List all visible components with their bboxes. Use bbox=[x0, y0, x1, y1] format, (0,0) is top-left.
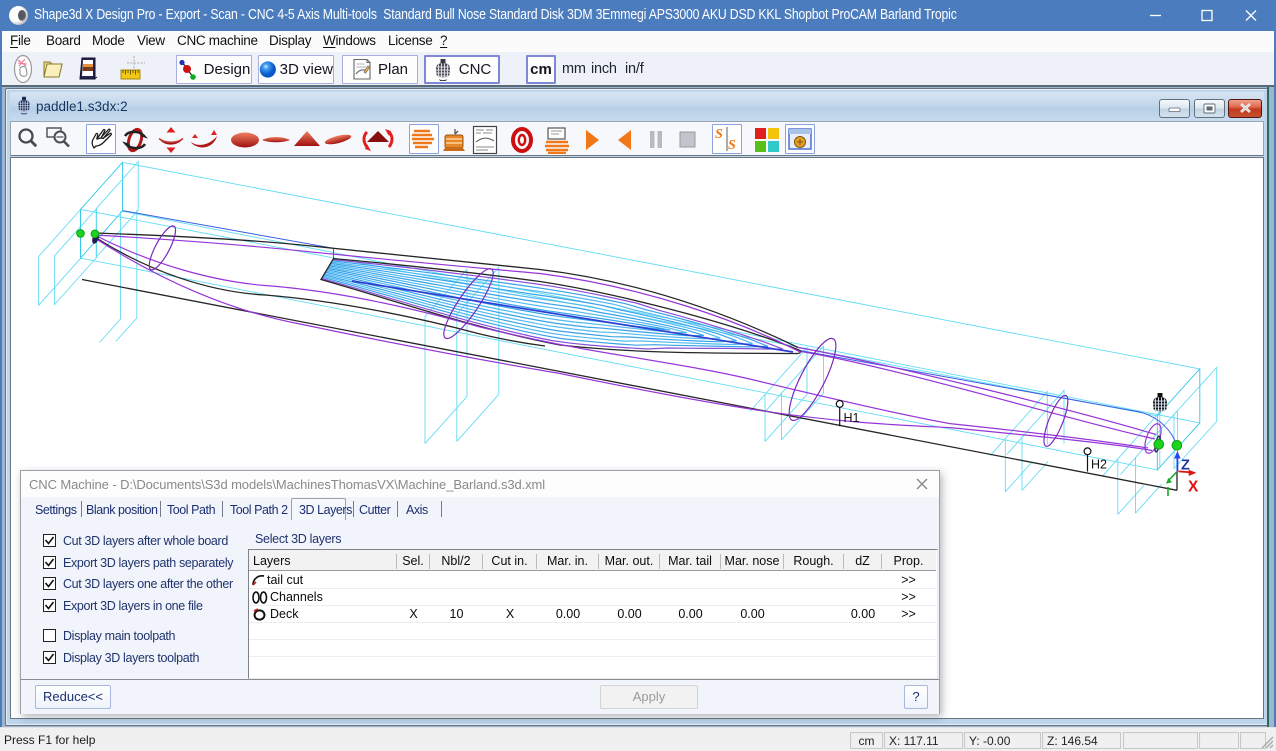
svg-text:H1: H1 bbox=[844, 411, 860, 425]
svg-text:Z: Z bbox=[1181, 458, 1190, 474]
svg-text:S: S bbox=[728, 138, 736, 153]
svg-text:S: S bbox=[715, 127, 723, 142]
svg-text:X: X bbox=[1188, 479, 1199, 496]
svg-text:H2: H2 bbox=[1091, 458, 1107, 472]
